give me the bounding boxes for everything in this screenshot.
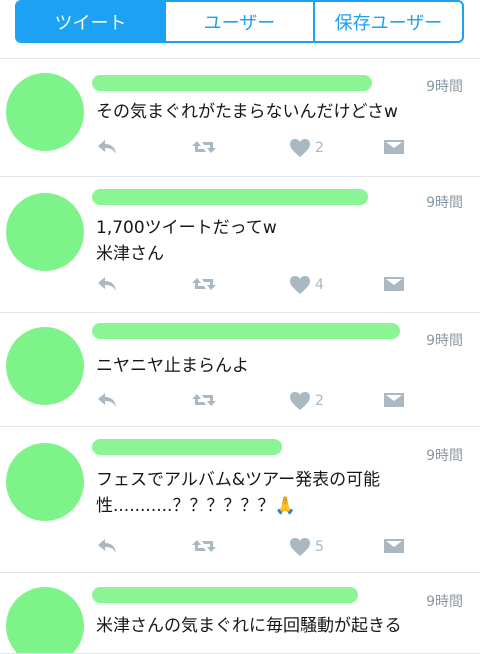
tab-bar-area: ツイート ユーザー 保存ユーザー: [0, 0, 480, 59]
dm-button[interactable]: [383, 275, 405, 293]
tweet[interactable]: 9時間 1,700ツイートだってw 米津さん 4: [0, 176, 480, 314]
like-count: 4: [315, 277, 324, 293]
dm-icon: [384, 140, 404, 154]
reply-icon: [98, 539, 116, 553]
dm-button[interactable]: [383, 138, 405, 156]
like-button[interactable]: 4: [289, 275, 324, 295]
tweet-actions: 5: [96, 537, 412, 561]
tab-saved-users[interactable]: 保存ユーザー: [313, 2, 462, 41]
reply-icon: [98, 393, 116, 407]
dm-icon: [384, 277, 404, 291]
tweet-text: その気まぐれがたまらないんだけどさw: [96, 99, 460, 125]
dm-icon: [384, 539, 404, 553]
redacted-name: [92, 75, 372, 91]
avatar[interactable]: [6, 327, 84, 405]
tab-users[interactable]: ユーザー: [164, 2, 313, 41]
dm-button[interactable]: [383, 537, 405, 555]
tweet[interactable]: 9時間 その気まぐれがたまらないんだけどさw 2: [0, 58, 480, 178]
tweet-text: 米津さんの気まぐれに毎回騒動が起きる: [96, 613, 460, 639]
retweet-icon: [192, 141, 216, 153]
tweet-time: 9時間: [426, 195, 463, 211]
dm-button[interactable]: [383, 391, 405, 409]
tweet-text: 1,700ツイートだってw 米津さん: [96, 215, 460, 267]
like-count: 2: [315, 140, 324, 156]
like-icon: [290, 538, 310, 556]
reply-button[interactable]: [96, 138, 118, 156]
reply-button[interactable]: [96, 537, 118, 555]
segmented-tabs: ツイート ユーザー 保存ユーザー: [15, 0, 464, 43]
redacted-name: [92, 323, 400, 339]
retweet-button[interactable]: [191, 138, 217, 156]
like-icon: [290, 139, 310, 157]
tweet-time: 9時間: [426, 79, 463, 95]
like-count: 2: [315, 393, 324, 409]
avatar[interactable]: [6, 443, 84, 521]
retweet-button[interactable]: [191, 537, 217, 555]
tweet-time: 9時間: [426, 448, 463, 464]
tweet-text-line: その気まぐれがたまらないんだけどさw: [96, 102, 398, 122]
tweet-text-line: ニヤニヤ止まらんよ: [96, 356, 249, 376]
retweet-button[interactable]: [191, 391, 217, 409]
like-icon: [290, 276, 310, 294]
tweet-actions: 2: [96, 138, 412, 162]
tweet-time: 9時間: [426, 333, 463, 349]
tweet-text-line: 米津さん: [96, 244, 164, 264]
tweet-text-line: 1,700ツイートだってw: [96, 218, 277, 238]
like-button[interactable]: 2: [289, 391, 324, 411]
tweet[interactable]: 9時間 ニヤニヤ止まらんよ 2: [0, 312, 480, 428]
avatar[interactable]: [6, 73, 84, 151]
retweet-icon: [192, 540, 216, 552]
tweet-time: 9時間: [426, 594, 463, 610]
avatar[interactable]: [6, 193, 84, 271]
dm-icon: [384, 393, 404, 407]
redacted-name: [92, 189, 368, 205]
tweet-text-line: フェスでアルバム&ツアー発表の可能: [96, 470, 381, 490]
like-button[interactable]: 2: [289, 138, 324, 158]
like-count: 5: [315, 539, 324, 555]
tweet-text-line: 性...........？？？？？？🙏: [96, 496, 296, 516]
reply-icon: [98, 140, 116, 154]
like-button[interactable]: 5: [289, 537, 324, 557]
tweet[interactable]: 9時間 フェスでアルバム&ツアー発表の可能 性...........？？？？？？…: [0, 426, 480, 574]
retweet-icon: [192, 394, 216, 406]
redacted-name: [92, 587, 358, 603]
tweet-actions: 2: [96, 391, 412, 415]
tab-tweets[interactable]: ツイート: [17, 2, 164, 41]
reply-button[interactable]: [96, 391, 118, 409]
tweet-text: ニヤニヤ止まらんよ: [96, 353, 460, 379]
reply-button[interactable]: [96, 275, 118, 293]
tweet-text-line: 米津さんの気まぐれに毎回騒動が起きる: [96, 616, 402, 636]
like-icon: [290, 392, 310, 410]
redacted-name: [92, 439, 282, 455]
avatar[interactable]: [6, 587, 84, 653]
retweet-button[interactable]: [191, 275, 217, 293]
tweet-actions: 4: [96, 275, 412, 299]
retweet-icon: [192, 278, 216, 290]
reply-icon: [98, 277, 116, 291]
tweet-text: フェスでアルバム&ツアー発表の可能 性...........？？？？？？🙏: [96, 467, 460, 519]
